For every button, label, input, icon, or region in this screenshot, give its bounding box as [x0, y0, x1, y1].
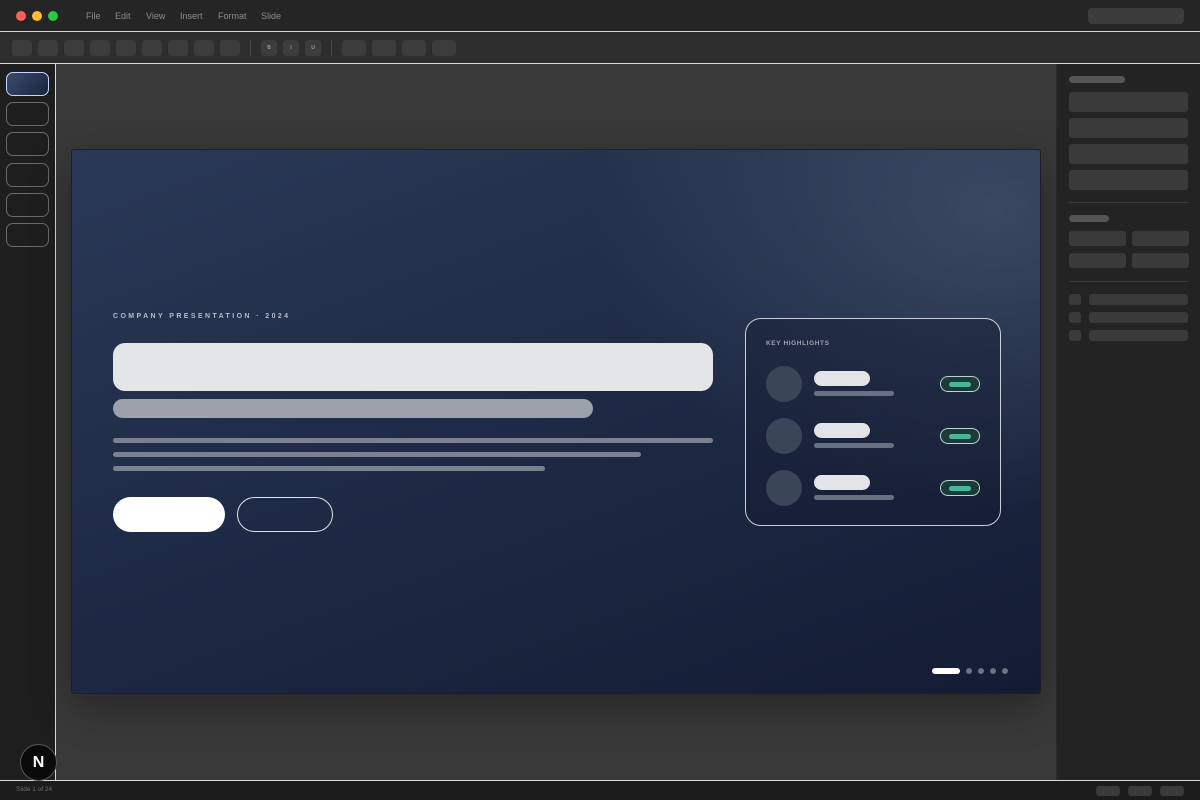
close-window-button[interactable] — [16, 11, 26, 21]
menu-file[interactable]: File — [86, 11, 101, 21]
toolbar-button[interactable] — [402, 40, 426, 56]
menu-view[interactable]: View — [146, 11, 165, 21]
body-text-line — [113, 466, 545, 471]
toolbar-button[interactable] — [12, 40, 32, 56]
option-checkbox[interactable] — [1069, 330, 1081, 341]
highlight-status-badge — [940, 428, 980, 444]
slide-thumbnail-2[interactable] — [6, 102, 49, 126]
highlight-name-placeholder — [814, 371, 870, 386]
status-bar: Slide 1 of 24 — [0, 780, 1200, 800]
property-field[interactable] — [1069, 170, 1188, 190]
toolbar-button[interactable] — [432, 40, 456, 56]
title-bar: File Edit View Insert Format Slide — [0, 0, 1200, 32]
highlight-subtext-placeholder — [814, 443, 894, 448]
pagination-dot[interactable] — [1002, 668, 1008, 674]
highlight-avatar — [766, 418, 802, 454]
maximize-window-button[interactable] — [48, 11, 58, 21]
panel-section-label — [1069, 215, 1109, 222]
highlight-avatar — [766, 366, 802, 402]
key-highlights-card: KEY HIGHLIGHTS — [745, 318, 1001, 526]
status-bar-button[interactable] — [1096, 786, 1120, 796]
option-label — [1089, 312, 1188, 323]
slide[interactable]: COMPANY PRESENTATION · 2024 KEY HIGHLIGH… — [71, 149, 1041, 694]
panel-divider — [1069, 202, 1188, 203]
panel-divider — [1069, 281, 1188, 282]
toolbar-button[interactable] — [64, 40, 84, 56]
slide-subtitle-placeholder[interactable] — [113, 399, 593, 418]
slide-eyebrow-text: COMPANY PRESENTATION · 2024 — [113, 313, 291, 320]
highlight-subtext-placeholder — [814, 391, 894, 396]
slide-thumbnail-5[interactable] — [6, 193, 49, 217]
body-text-line — [113, 452, 641, 457]
pagination-dot[interactable] — [990, 668, 996, 674]
primary-cta-button[interactable] — [113, 497, 225, 532]
option-label — [1089, 330, 1188, 341]
properties-panel — [1057, 64, 1200, 780]
body-text-line — [113, 438, 713, 443]
slide-title-placeholder[interactable] — [113, 343, 713, 391]
highlight-avatar — [766, 470, 802, 506]
status-bar-button[interactable] — [1160, 786, 1184, 796]
underline-button[interactable]: U — [305, 40, 321, 56]
toolbar-button[interactable] — [194, 40, 214, 56]
menu-slide[interactable]: Slide — [261, 11, 281, 21]
slide-thumbnail-panel — [0, 64, 56, 780]
menu-insert[interactable]: Insert — [180, 11, 203, 21]
panel-section-label — [1069, 76, 1125, 83]
property-field[interactable] — [1069, 231, 1126, 246]
property-field[interactable] — [1069, 118, 1188, 138]
highlight-status-badge — [940, 480, 980, 496]
toolbar-divider — [250, 40, 251, 56]
menu-edit[interactable]: Edit — [115, 11, 131, 21]
bold-button[interactable]: B — [261, 40, 277, 56]
slide-thumbnail-6[interactable] — [6, 223, 49, 247]
highlight-name-placeholder — [814, 423, 870, 438]
property-field[interactable] — [1069, 144, 1188, 164]
italic-button[interactable]: I — [283, 40, 299, 56]
toolbar-button[interactable] — [38, 40, 58, 56]
toolbar-button[interactable] — [372, 40, 396, 56]
pagination-dot[interactable] — [966, 668, 972, 674]
toolbar-button[interactable] — [90, 40, 110, 56]
secondary-cta-button[interactable] — [237, 497, 333, 532]
highlight-subtext-placeholder — [814, 495, 894, 500]
property-field[interactable] — [1069, 92, 1188, 112]
property-field[interactable] — [1069, 253, 1126, 268]
toolbar-button[interactable] — [168, 40, 188, 56]
search-field[interactable] — [1088, 8, 1184, 24]
minimize-window-button[interactable] — [32, 11, 42, 21]
toolbar-button[interactable] — [220, 40, 240, 56]
option-checkbox[interactable] — [1069, 312, 1081, 323]
toolbar-button[interactable] — [142, 40, 162, 56]
status-bar-button[interactable] — [1128, 786, 1152, 796]
toolbar: B I U — [0, 33, 1200, 64]
highlight-name-placeholder — [814, 475, 870, 490]
next-logo-icon[interactable]: N — [20, 744, 57, 781]
property-field[interactable] — [1132, 253, 1189, 268]
option-checkbox[interactable] — [1069, 294, 1081, 305]
toolbar-button[interactable] — [342, 40, 366, 56]
highlight-status-badge — [940, 376, 980, 392]
property-field[interactable] — [1132, 231, 1189, 246]
slide-thumbnail-4[interactable] — [6, 163, 49, 187]
pagination-dot-active[interactable] — [932, 668, 960, 674]
option-label — [1089, 294, 1188, 305]
slide-thumbnail-1[interactable] — [6, 72, 49, 96]
slide-counter: Slide 1 of 24 — [16, 786, 53, 793]
menu-format[interactable]: Format — [218, 11, 247, 21]
slide-thumbnail-3[interactable] — [6, 132, 49, 156]
highlights-title: KEY HIGHLIGHTS — [766, 340, 830, 347]
toolbar-divider — [331, 40, 332, 56]
pagination-dot[interactable] — [978, 668, 984, 674]
toolbar-button[interactable] — [116, 40, 136, 56]
